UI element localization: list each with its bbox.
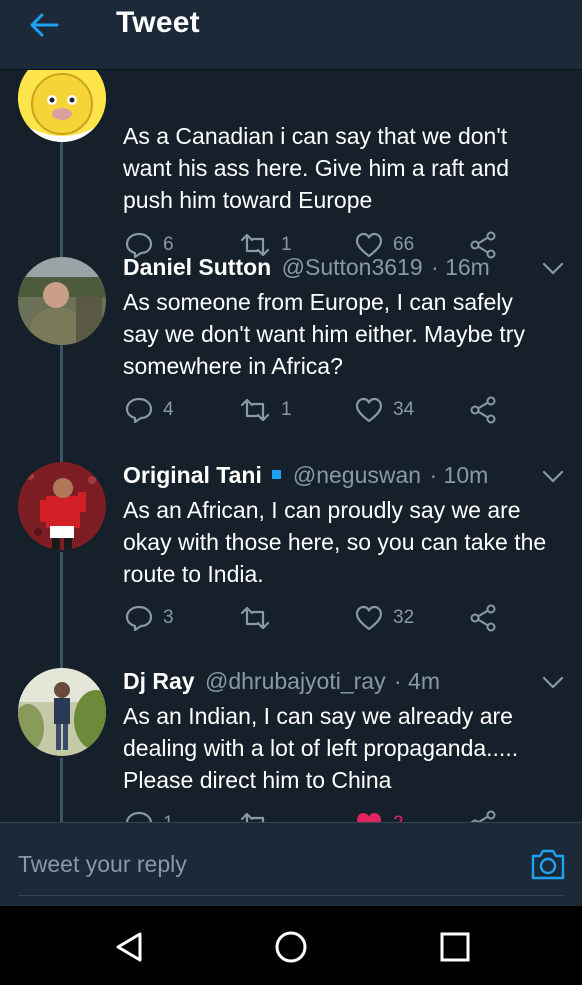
tweet-header: Dj Ray @dhrubajyoti_ray · 4m [123,668,568,698]
tweet-text-line: As an African, I can proudly say we are [123,497,521,523]
tweet-header: Original Tani @neguswan · 10m [123,462,568,492]
tweet-actions: 1 2 [123,809,573,822]
share-button[interactable] [469,395,507,425]
back-button[interactable] [26,10,62,40]
back-triangle-icon[interactable] [112,930,146,964]
tweet-text-line: want his ass here. Give him a raft and [123,155,510,181]
author-name[interactable]: Daniel Sutton [123,254,271,280]
reply-icon [125,605,153,631]
camera-icon[interactable] [530,847,566,881]
avatar[interactable] [18,462,106,550]
share-icon [470,604,496,632]
tweet-text: As someone from Europe, I can safely say… [123,286,573,382]
tweet-text-line: As someone from Europe, I can safely [123,289,513,315]
share-button[interactable] [469,603,507,633]
tweet-time: · 16m [431,254,490,280]
like-count: 2 [393,813,404,822]
avatar[interactable] [18,668,106,756]
reply-count: 3 [163,607,174,628]
author-handle: @neguswan [292,462,422,488]
tweet-text-line: somewhere in Africa? [123,353,343,379]
chevron-down-icon[interactable] [542,470,564,484]
tweet-header [123,70,568,80]
retweet-button[interactable] [239,603,281,633]
like-button[interactable]: 32 [355,603,414,633]
tweet-header: Daniel Sutton @Sutton3619 · 16m [123,254,568,284]
avatar[interactable] [18,257,106,345]
like-button[interactable]: 34 [355,395,414,425]
author-name[interactable]: Dj Ray [123,668,195,694]
tweet-text: As an African, I can proudly say we are … [123,494,575,590]
tweet-actions: 4 1 34 [123,395,573,425]
retweet-icon [240,812,265,822]
retweet-icon [240,606,270,630]
author-name[interactable]: Original Tani [123,462,262,488]
author-handle: @Sutton3619 [281,254,423,280]
reply-button[interactable]: 4 [125,395,174,425]
reply-icon [125,397,153,423]
tweet-item[interactable]: Dj Ray @dhrubajyoti_ray · 4m As an India… [0,666,582,822]
tweet-text-line: route to India. [123,561,264,587]
share-button[interactable] [469,809,507,822]
tweet-text-line: push him toward Europe [123,187,373,213]
tweet-text-line: Please direct him to China [123,767,392,793]
tweet-item[interactable]: As a Canadian i can say that we don't wa… [0,70,582,260]
reply-input[interactable]: Tweet your reply [18,851,187,878]
tweet-item[interactable]: Daniel Sutton @Sutton3619 · 16m As someo… [0,252,582,462]
tweet-actions: 3 32 [123,603,573,633]
avatar[interactable] [18,70,106,142]
retweet-count: 1 [281,399,292,420]
page-title: Tweet [116,6,200,39]
like-button[interactable]: 2 [355,809,404,822]
tweet-text-line: As an Indian, I can say we already are [123,703,513,729]
chevron-down-icon[interactable] [542,262,564,276]
home-circle-icon[interactable] [274,930,308,964]
reply-count: 4 [163,399,174,420]
heart-filled-icon [357,813,381,822]
tweet-text-line: say we don't want him either. Maybe try [123,321,525,347]
like-count: 32 [393,607,415,628]
retweet-icon [240,398,270,422]
tweet-time: · 10m [429,462,489,488]
tweet-thread[interactable]: As a Canadian i can say that we don't wa… [0,70,582,822]
reply-icon [126,811,152,822]
retweet-button[interactable]: 1 [239,395,292,425]
heart-icon [355,397,383,423]
input-underline [18,895,564,896]
top-bar: Tweet [0,0,582,70]
tweet-text-line: As a Canadian i can say that we don't [123,123,508,149]
reply-button[interactable]: 1 [125,809,174,822]
system-nav-bar [0,906,582,985]
reply-count: 1 [163,813,174,822]
tweet-item[interactable]: Original Tani @neguswan · 10m As an Afric… [0,460,582,670]
heart-icon [355,605,383,631]
tweet-text-line: okay with those here, so you can take th… [123,529,547,555]
share-icon [470,396,496,424]
tweet-text: As an Indian, I can say we already are d… [123,700,573,796]
tweet-text-line: dealing with a lot of left propaganda...… [123,735,519,761]
share-icon [470,810,496,822]
arrow-left-icon [30,13,59,37]
chevron-down-icon[interactable] [542,676,564,690]
reply-composer: Tweet your reply [0,822,582,906]
verified-badge-icon [271,470,281,480]
like-count: 34 [393,399,415,420]
reply-button[interactable]: 3 [125,603,174,633]
retweet-button[interactable] [239,809,281,822]
tweet-text: As a Canadian i can say that we don't wa… [123,120,573,216]
author-handle: @dhrubajyoti_ray [204,668,386,694]
recents-square-icon[interactable] [438,930,472,964]
tweet-time: · 4m [393,668,440,694]
